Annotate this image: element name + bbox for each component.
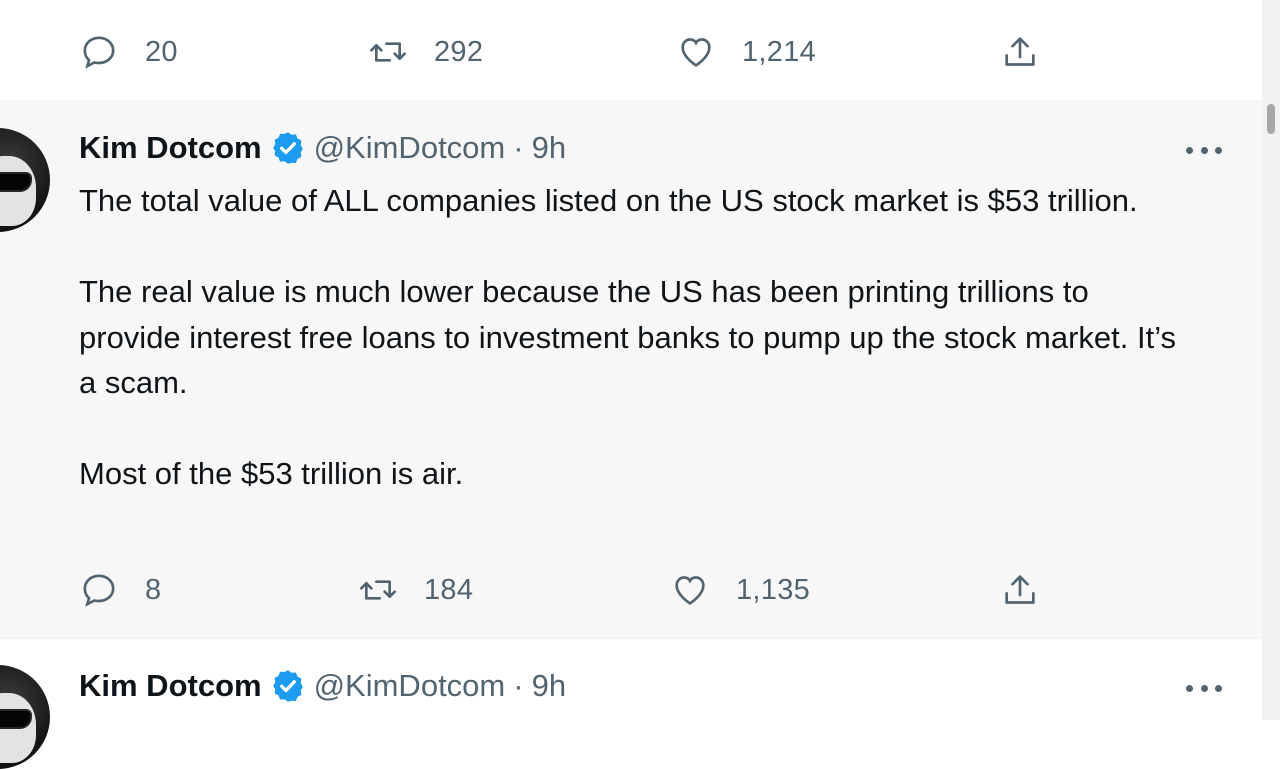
like-icon	[681, 38, 711, 67]
tweet-header: Kim Dotcom @KimDotcom · 9h	[79, 668, 566, 704]
tweet-text: The total value of ALL companies listed …	[79, 178, 1189, 497]
reply-button[interactable]: 20	[79, 32, 178, 72]
scrollbar-thumb[interactable]	[1267, 104, 1275, 134]
more-icon	[1186, 684, 1193, 692]
retweet-button[interactable]: 184	[358, 570, 473, 610]
tweet-article[interactable]: Kim Dotcom @KimDotcom · 9h	[0, 638, 1262, 769]
share-icon	[1005, 37, 1035, 66]
more-icon	[1186, 146, 1193, 154]
reply-count: 20	[145, 35, 178, 68]
reply-icon	[83, 574, 115, 607]
like-count: 1,135	[736, 573, 811, 606]
separator-dot: ·	[513, 130, 524, 165]
tweet-timestamp[interactable]: 9h	[532, 130, 566, 166]
reply-count: 8	[145, 573, 162, 606]
tweet-article[interactable]: Kim Dotcom @KimDotcom · 9h The total val…	[0, 100, 1262, 638]
verified-icon	[272, 132, 303, 164]
like-button[interactable]: 1,135	[670, 570, 810, 610]
share-button[interactable]	[1000, 570, 1040, 610]
author-handle[interactable]: @KimDotcom	[314, 130, 506, 166]
share-icon	[1005, 575, 1035, 604]
like-count: 1,214	[742, 35, 817, 68]
retweet-icon	[370, 42, 406, 62]
avatar[interactable]	[0, 128, 50, 232]
timeline-feed: 20 292 1,214 Kim Dotcom @KimDotcom · 9h …	[0, 0, 1262, 769]
more-options-button[interactable]	[1186, 682, 1222, 694]
retweet-count: 184	[424, 573, 474, 606]
like-button[interactable]: 1,214	[676, 32, 816, 72]
avatar-sunglasses	[0, 711, 30, 727]
like-icon	[675, 576, 705, 605]
reply-icon	[83, 36, 115, 69]
avatar[interactable]	[0, 665, 50, 769]
share-button[interactable]	[1000, 32, 1040, 72]
author-name[interactable]: Kim Dotcom	[79, 668, 262, 704]
verified-icon	[272, 670, 303, 702]
author-name[interactable]: Kim Dotcom	[79, 130, 262, 166]
tweet-paragraph: The real value is much lower because the…	[79, 274, 1177, 400]
reply-button[interactable]: 8	[79, 570, 161, 610]
tweet-paragraph: Most of the $53 trillion is air.	[79, 456, 464, 491]
avatar-face	[0, 156, 36, 226]
retweet-button[interactable]: 292	[368, 32, 483, 72]
avatar-face	[0, 693, 36, 763]
scrollbar[interactable]	[1262, 0, 1280, 720]
tweet-timestamp[interactable]: 9h	[532, 668, 566, 704]
tweet-paragraph: The total value of ALL companies listed …	[79, 183, 1138, 218]
more-options-button[interactable]	[1186, 144, 1222, 156]
author-handle[interactable]: @KimDotcom	[314, 668, 506, 704]
avatar-sunglasses	[0, 174, 30, 190]
tweet-header: Kim Dotcom @KimDotcom · 9h	[79, 130, 566, 166]
previous-tweet-actions: 20 292 1,214	[0, 0, 1262, 100]
retweet-count: 292	[434, 35, 484, 68]
separator-dot: ·	[513, 668, 524, 703]
retweet-icon	[360, 580, 396, 600]
